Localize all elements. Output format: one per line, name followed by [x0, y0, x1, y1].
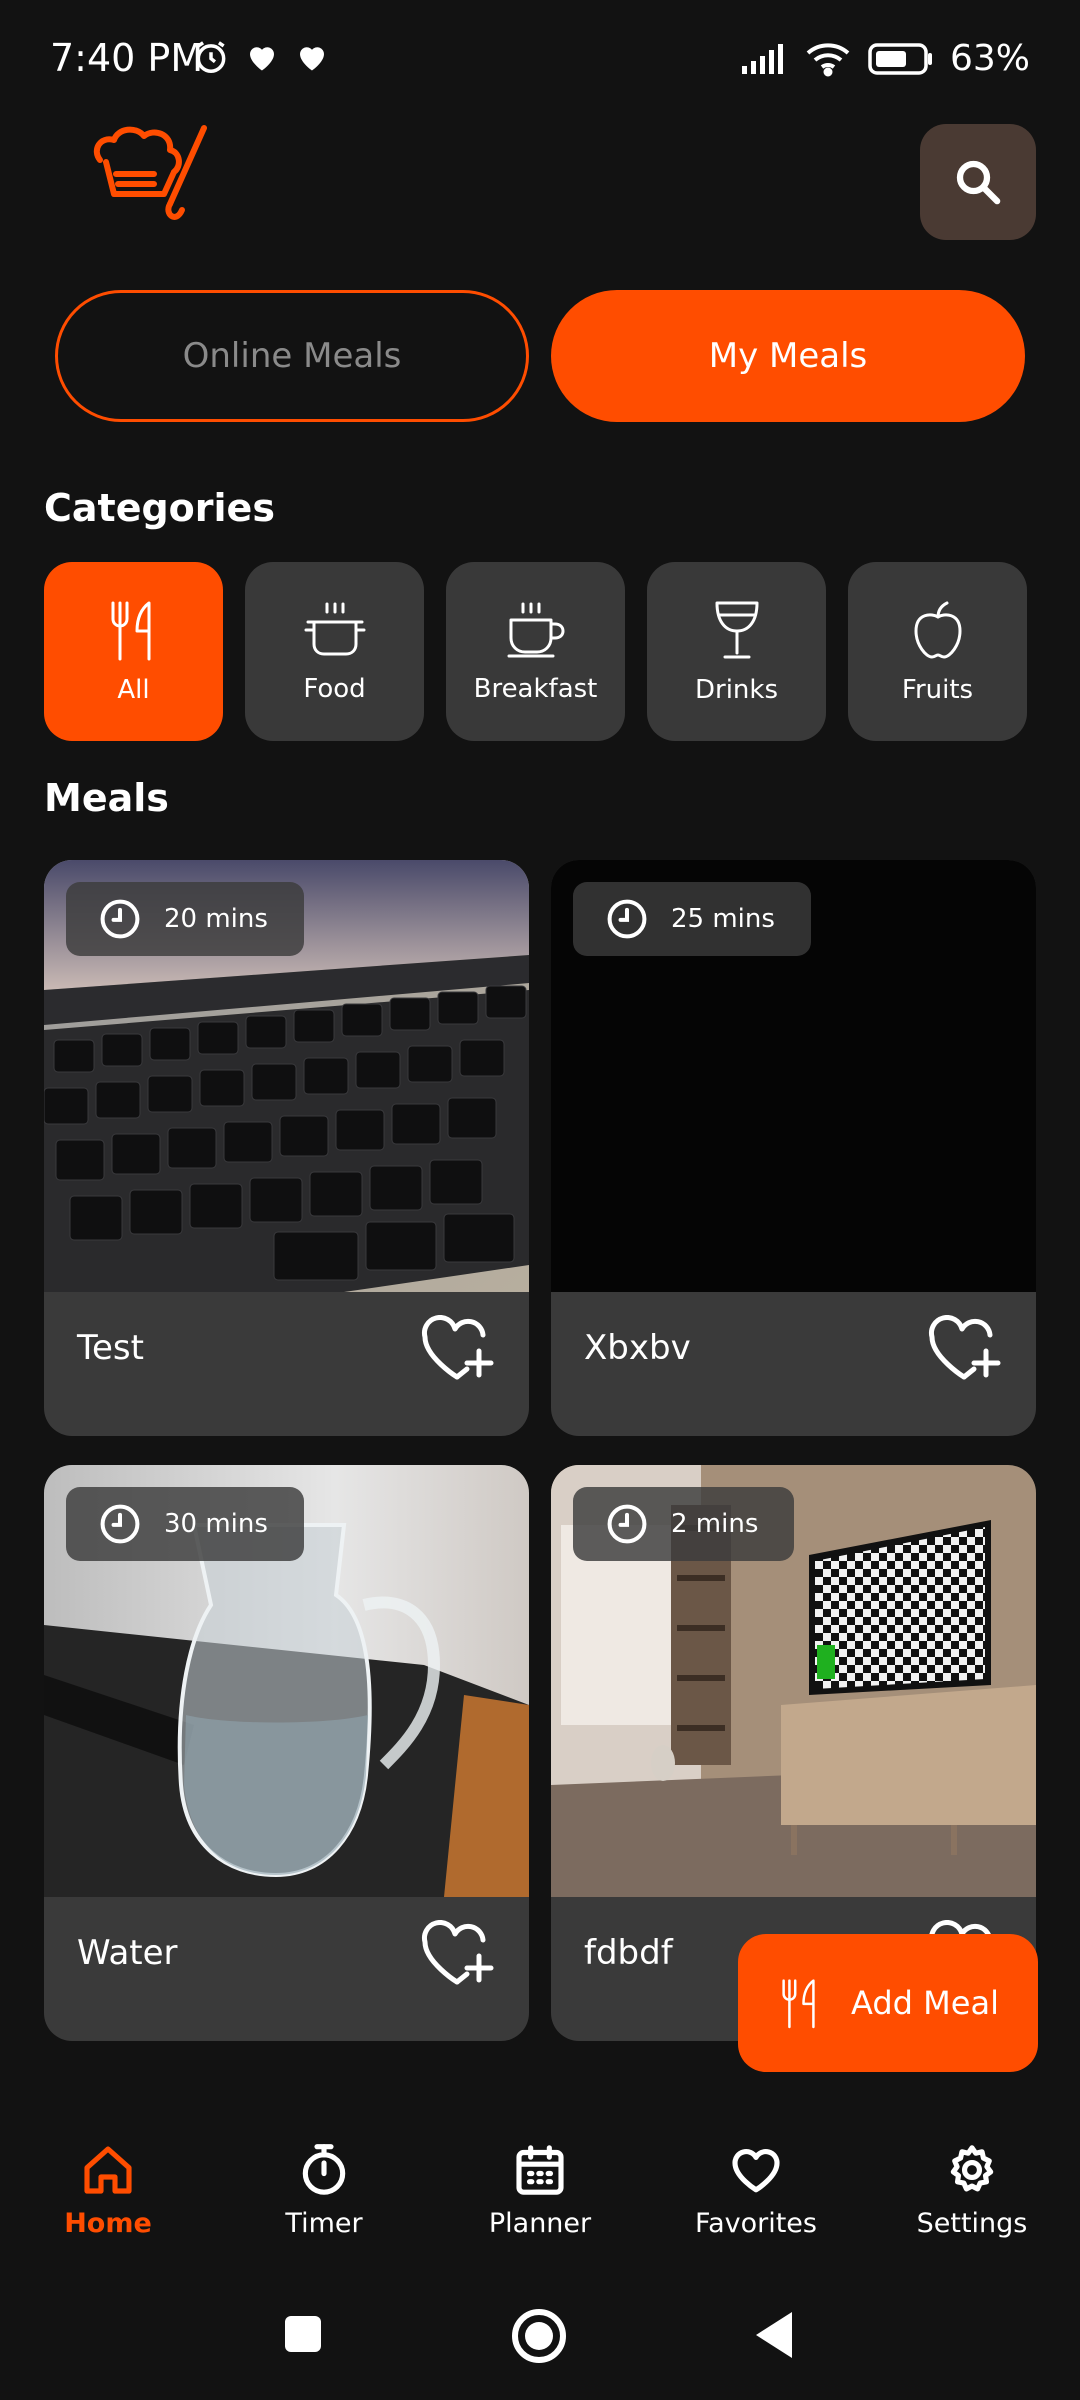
- cook-time-badge: 20 mins: [66, 882, 304, 956]
- add-meal-label: Add Meal: [851, 1984, 999, 2022]
- status-bar: 7:40 PM 63%: [0, 0, 1080, 120]
- home-system-button[interactable]: [511, 2308, 567, 2364]
- coffee-cup-icon: [507, 602, 564, 657]
- categories-heading: Categories: [44, 486, 275, 530]
- home-icon: [84, 2146, 132, 2194]
- nav-home[interactable]: Home: [0, 2118, 216, 2268]
- meal-name: Test: [77, 1328, 144, 1368]
- cook-time: 30 mins: [164, 1509, 268, 1539]
- wine-glass-icon: [715, 601, 758, 658]
- utensils-icon: [782, 1979, 815, 2029]
- category-fruits[interactable]: Fruits: [848, 562, 1027, 741]
- search-button[interactable]: [920, 124, 1036, 240]
- clock-icon: [100, 1504, 140, 1544]
- gear-icon: [950, 2145, 994, 2192]
- cook-time: 20 mins: [164, 904, 268, 934]
- category-breakfast[interactable]: Breakfast: [446, 562, 625, 741]
- nav-settings[interactable]: Settings: [864, 2118, 1080, 2268]
- add-meal-button[interactable]: Add Meal: [738, 1934, 1038, 2072]
- nav-planner[interactable]: Planner: [432, 2118, 648, 2268]
- heart-icon: [732, 2149, 780, 2193]
- meal-card[interactable]: 20 mins Test: [44, 860, 529, 1436]
- clock-icon: [607, 899, 647, 939]
- category-drinks[interactable]: Drinks: [647, 562, 826, 741]
- meal-photo: 2 mins: [551, 1465, 1036, 1897]
- cook-time-badge: 2 mins: [573, 1487, 795, 1561]
- meal-photo: 20 mins: [44, 860, 529, 1292]
- back-button[interactable]: [754, 2310, 794, 2360]
- utensils-icon: [111, 601, 150, 660]
- status-notification-icons: [192, 38, 330, 76]
- cook-time-badge: 25 mins: [573, 882, 811, 956]
- nav-label: Favorites: [695, 2208, 817, 2239]
- cook-time: 25 mins: [671, 904, 775, 934]
- add-favorite-icon[interactable]: [926, 1315, 1006, 1385]
- clock-icon: [607, 1504, 647, 1544]
- nav-label: Settings: [916, 2208, 1028, 2239]
- stopwatch-icon: [302, 2144, 346, 2195]
- category-list: All Food Breakfast Drinks Fruits: [44, 562, 1027, 741]
- alarm-icon: [196, 41, 226, 73]
- wifi-icon: [806, 42, 850, 76]
- meals-heading: Meals: [44, 776, 169, 820]
- nav-timer[interactable]: Timer: [216, 2118, 432, 2268]
- heart-status-icon: [250, 47, 274, 71]
- bottom-navigation: Home Timer Planner Favorites Settings: [0, 2118, 1080, 2268]
- category-all[interactable]: All: [44, 562, 223, 741]
- recent-apps-button[interactable]: [283, 2314, 323, 2354]
- meal-card[interactable]: 30 mins Water: [44, 1465, 529, 2041]
- battery-percentage: 63%: [949, 38, 1030, 79]
- signal-icon: [741, 43, 783, 74]
- meal-name: Xbxbv: [584, 1328, 691, 1368]
- meal-card[interactable]: 25 mins Xbxbv: [551, 860, 1036, 1436]
- search-icon: [956, 160, 1001, 205]
- status-system-icons: 63%: [740, 38, 1030, 79]
- heart-status-icon: [300, 47, 324, 71]
- category-label: Fruits: [901, 674, 974, 705]
- nav-favorites[interactable]: Favorites: [648, 2118, 864, 2268]
- meal-photo: 25 mins: [551, 860, 1036, 1292]
- nav-label: Timer: [285, 2208, 363, 2239]
- meal-name: Water: [77, 1933, 178, 1973]
- system-navigation-bar: [0, 2286, 1080, 2386]
- status-time: 7:40 PM: [50, 36, 204, 80]
- nav-label: Home: [64, 2208, 152, 2239]
- chef-hat-logo: [86, 122, 216, 232]
- pot-icon: [304, 602, 365, 655]
- my-meals-tab[interactable]: My Meals: [551, 290, 1025, 422]
- nav-label: Planner: [488, 2208, 592, 2239]
- cook-time-badge: 30 mins: [66, 1487, 304, 1561]
- category-label: All: [117, 674, 150, 705]
- category-label: Food: [303, 673, 366, 704]
- battery-icon: [868, 42, 932, 75]
- clock-icon: [100, 899, 140, 939]
- meal-photo: 30 mins: [44, 1465, 529, 1897]
- add-favorite-icon[interactable]: [419, 1315, 499, 1385]
- category-food[interactable]: Food: [245, 562, 424, 741]
- calendar-icon: [516, 2145, 564, 2195]
- online-meals-tab[interactable]: Online Meals: [55, 290, 529, 422]
- category-label: Drinks: [694, 674, 778, 705]
- category-label: Breakfast: [473, 673, 598, 704]
- apple-icon: [914, 601, 961, 658]
- add-favorite-icon[interactable]: [419, 1920, 499, 1990]
- meal-name: fdbdf: [584, 1933, 673, 1973]
- cook-time: 2 mins: [671, 1509, 759, 1539]
